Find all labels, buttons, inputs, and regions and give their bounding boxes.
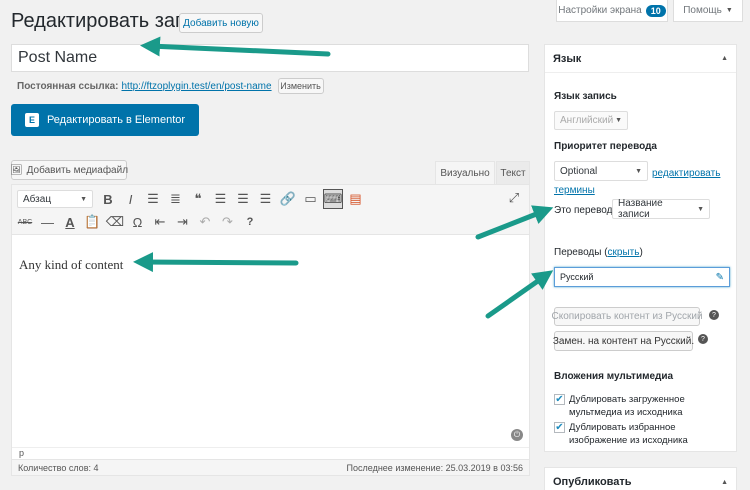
blockquote-icon[interactable]: ❝ — [188, 189, 208, 209]
editor-status-bar: Количество слов: 4 Последнее изменение: … — [12, 459, 529, 475]
tab-visual[interactable]: Визуально — [435, 161, 495, 185]
permalink-change-button[interactable]: Изменить — [277, 78, 324, 94]
screen-options-label: Настройки экрана — [558, 5, 642, 16]
strikethrough-icon[interactable]: ABC — [15, 212, 35, 232]
paragraph-format-value: Абзац — [23, 193, 52, 205]
paragraph-format-select[interactable]: Абзац ▼ — [17, 190, 93, 208]
toolbar-row-1: B I ☰ ≣ ❝ ☰ ☰ ☰ 🔗 ▭ ⌨ ▤ — [98, 189, 366, 209]
dup-uploaded-label: Дублировать загруженное мультмедиа из ис… — [569, 394, 685, 418]
editor-content[interactable]: Any kind of content ⏻ — [12, 235, 529, 447]
tab-text[interactable]: Текст — [496, 161, 530, 185]
replace-content-button[interactable]: Замен. на контент на Русский. — [553, 331, 694, 351]
chevron-down-icon: ▼ — [697, 205, 704, 213]
collapse-icon[interactable]: ▲ — [721, 479, 728, 486]
permalink-row: Постоянная ссылка: http://ftzoplygin.tes… — [17, 78, 324, 94]
add-media-label: Добавить медиафайл — [26, 164, 129, 176]
numbered-list-icon[interactable]: ≣ — [166, 189, 186, 209]
publish-metabox-header[interactable]: Опубликовать ▲ — [545, 468, 736, 490]
copy-help-icon[interactable]: ? — [709, 310, 719, 320]
translations-label: Переводы — [554, 247, 602, 258]
bullet-list-icon[interactable]: ☰ — [143, 189, 163, 209]
language-select[interactable]: Английский ▼ — [554, 111, 628, 130]
toolbar-row-2: ABC — A 📋 ⌫ Ω ⇤ ⇥ ↶ ↷? — [15, 212, 260, 232]
horizontal-line-icon[interactable]: — — [38, 212, 58, 232]
fullscreen-icon[interactable]: ⤢ — [504, 188, 524, 208]
special-character-icon[interactable]: Ω — [128, 212, 148, 232]
comment-icon[interactable]: ▤ — [346, 189, 366, 209]
editor-toolbar: Абзац ▼ B I ☰ ≣ ❝ ☰ ☰ ☰ 🔗 ▭ ⌨ ▤ ABC — A 📋 ⌫ Ω ⇤ ⇥ ↶ ↷? ⤢ — [12, 185, 529, 235]
media-attachments-title: Вложения мультимедиа — [554, 371, 674, 382]
redo-icon[interactable]: ↷ — [218, 212, 238, 232]
language-metabox-header[interactable]: Язык ▲ — [545, 45, 736, 73]
indent-icon[interactable]: ⇥ — [173, 212, 193, 232]
dup-uploaded-checkbox[interactable]: ✔ — [554, 394, 565, 405]
permalink-link[interactable]: http://ftzoplygin.test/en/post-name — [121, 81, 271, 92]
paste-text-icon[interactable]: 📋 — [83, 212, 103, 232]
read-more-icon[interactable]: ▭ — [301, 189, 321, 209]
replace-help-icon[interactable]: ? — [698, 334, 708, 344]
link-icon[interactable]: 🔗 — [278, 189, 298, 209]
screen-options-button[interactable]: Настройки экрана 10 — [556, 0, 668, 22]
help-button[interactable]: Помощь ▼ — [673, 0, 743, 22]
align-center-icon[interactable]: ☰ — [233, 189, 253, 209]
align-right-icon[interactable]: ☰ — [256, 189, 276, 209]
publish-metabox: Опубликовать ▲ — [544, 467, 737, 490]
toolbar-toggle-icon[interactable]: ⌨ — [323, 189, 343, 209]
post-title-value: Post Name — [18, 49, 98, 66]
this-translation-select[interactable]: Название записи ▼ — [612, 198, 710, 220]
outdent-icon[interactable]: ⇤ — [150, 212, 170, 232]
editor-content-text: Any kind of content — [19, 257, 124, 272]
power-icon: ⏻ — [511, 429, 523, 441]
bold-icon[interactable]: B — [98, 189, 118, 209]
translation-input[interactable]: Русский ✎ — [554, 267, 730, 287]
dup-uploaded-row[interactable]: ✔ Дублировать загруженное мультмедиа из … — [554, 393, 724, 419]
post-title-input[interactable]: Post Name — [11, 44, 529, 72]
dup-featured-checkbox[interactable]: ✔ — [554, 422, 565, 433]
edit-with-elementor-button[interactable]: E Редактировать в Elementor — [11, 104, 199, 136]
translations-hide-link[interactable]: скрыть — [608, 247, 640, 258]
last-modified: Последнее изменение: 25.03.2019 в 03:56 — [346, 462, 523, 473]
edit-terms-link[interactable]: редактировать термины — [554, 165, 724, 199]
translations-row: Переводы (скрыть) — [554, 247, 643, 258]
language-metabox: Язык ▲ Язык запись Английский ▼ Приорите… — [544, 44, 737, 452]
permalink-label: Постоянная ссылка: — [17, 80, 119, 92]
text-color-icon[interactable]: A — [60, 212, 80, 232]
editor: Абзац ▼ B I ☰ ≣ ❝ ☰ ☰ ☰ 🔗 ▭ ⌨ ▤ ABC — A 📋 ⌫ Ω ⇤ ⇥ ↶ ↷? ⤢ Any… — [11, 184, 530, 476]
language-select-value: Английский — [560, 115, 614, 126]
chevron-down-icon: ▼ — [80, 195, 87, 203]
priority-label: Приоритет перевода — [554, 141, 657, 152]
dup-featured-row[interactable]: ✔ Дублировать избранное изображение из и… — [554, 421, 724, 447]
editor-path: p — [19, 448, 25, 458]
chevron-down-icon: ▼ — [725, 7, 733, 14]
collapse-icon[interactable]: ▲ — [721, 55, 728, 62]
editor-path-bar: p — [12, 447, 529, 459]
dup-featured-label: Дублировать избранное изображение из исх… — [569, 422, 688, 446]
elementor-icon: E — [24, 113, 39, 127]
language-metabox-title: Язык — [553, 52, 582, 65]
publish-metabox-title: Опубликовать — [553, 476, 632, 488]
elementor-button-label: Редактировать в Elementor — [46, 114, 186, 126]
align-left-icon[interactable]: ☰ — [211, 189, 231, 209]
this-translation-label: Это перевод — [554, 205, 613, 216]
pencil-icon[interactable]: ✎ — [716, 272, 724, 283]
help-icon[interactable]: ? — [240, 212, 260, 232]
translation-input-value: Русский — [560, 272, 594, 282]
clear-formatting-icon[interactable]: ⌫ — [105, 212, 125, 232]
media-icon: 🖼 — [9, 164, 23, 176]
italic-icon[interactable]: I — [121, 189, 141, 209]
word-count: Количество слов: 4 — [18, 462, 99, 473]
add-media-button[interactable]: 🖼 Добавить медиафайл — [9, 160, 129, 180]
copy-content-button[interactable]: Скопировать контент из Русский — [551, 307, 703, 326]
screen-options-badge: 10 — [645, 4, 666, 17]
this-translation-value: Название записи — [618, 198, 663, 220]
add-new-button[interactable]: Добавить новую — [179, 13, 263, 33]
chevron-down-icon: ▼ — [615, 117, 622, 124]
undo-icon[interactable]: ↶ — [195, 212, 215, 232]
language-label: Язык запись — [554, 91, 617, 102]
help-label: Помощь — [683, 5, 722, 16]
